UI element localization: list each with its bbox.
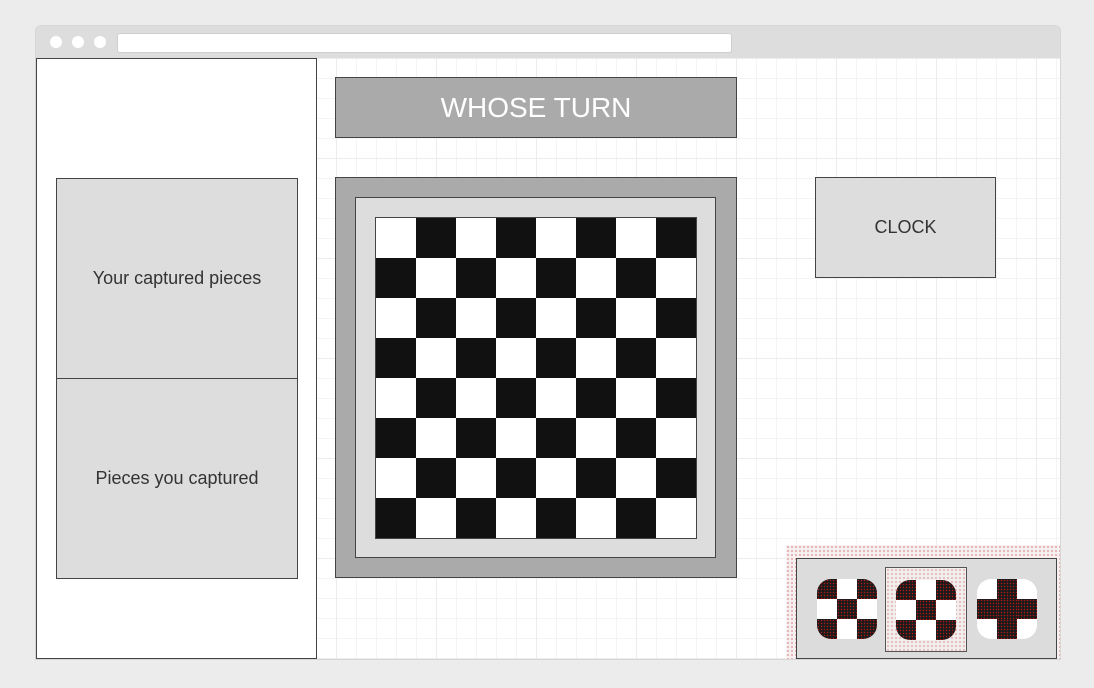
board-square-e6[interactable] [536, 298, 576, 338]
chessboard-border [355, 197, 716, 558]
theme-option-1[interactable] [807, 567, 887, 650]
board-square-f1[interactable] [576, 498, 616, 538]
board-square-e2[interactable] [536, 458, 576, 498]
board-square-f2[interactable] [576, 458, 616, 498]
board-square-h8[interactable] [656, 218, 696, 258]
board-square-d3[interactable] [496, 418, 536, 458]
board-square-c1[interactable] [456, 498, 496, 538]
board-square-g4[interactable] [616, 378, 656, 418]
board-square-d8[interactable] [496, 218, 536, 258]
pieces-you-captured-panel: Pieces you captured [56, 378, 298, 579]
board-square-a2[interactable] [376, 458, 416, 498]
board-square-g1[interactable] [616, 498, 656, 538]
theme-options-panel [796, 558, 1057, 659]
board-square-d1[interactable] [496, 498, 536, 538]
board-square-c4[interactable] [456, 378, 496, 418]
board-square-d2[interactable] [496, 458, 536, 498]
board-square-g5[interactable] [616, 338, 656, 378]
board-square-a1[interactable] [376, 498, 416, 538]
your-captured-pieces-label: Your captured pieces [92, 268, 262, 288]
board-square-f4[interactable] [576, 378, 616, 418]
board-square-c6[interactable] [456, 298, 496, 338]
board-square-f3[interactable] [576, 418, 616, 458]
board-square-a4[interactable] [376, 378, 416, 418]
board-square-a8[interactable] [376, 218, 416, 258]
board-square-f8[interactable] [576, 218, 616, 258]
clock-label: CLOCK [874, 217, 937, 237]
board-square-a5[interactable] [376, 338, 416, 378]
browser-window: Your captured pieces Pieces you captured… [35, 25, 1061, 660]
checkerboard-theme-icon [977, 578, 1037, 639]
board-square-h4[interactable] [656, 378, 696, 418]
board-square-b7[interactable] [416, 258, 456, 298]
board-square-d6[interactable] [496, 298, 536, 338]
whose-turn-label: WHOSE TURN [440, 91, 632, 123]
board-square-g7[interactable] [616, 258, 656, 298]
your-captured-pieces-panel: Your captured pieces [56, 178, 298, 379]
board-square-d5[interactable] [496, 338, 536, 378]
window-close-dot[interactable] [50, 36, 62, 48]
board-square-g3[interactable] [616, 418, 656, 458]
board-square-d7[interactable] [496, 258, 536, 298]
window-minimize-dot[interactable] [72, 36, 84, 48]
window-maximize-dot[interactable] [94, 36, 106, 48]
board-square-e3[interactable] [536, 418, 576, 458]
whose-turn-banner: WHOSE TURN [335, 77, 737, 138]
captured-pieces-sidebar: Your captured pieces Pieces you captured [36, 58, 317, 659]
board-square-g6[interactable] [616, 298, 656, 338]
board-square-a3[interactable] [376, 418, 416, 458]
board-square-b3[interactable] [416, 418, 456, 458]
board-square-a7[interactable] [376, 258, 416, 298]
board-square-a6[interactable] [376, 298, 416, 338]
board-square-e1[interactable] [536, 498, 576, 538]
theme-option-3[interactable] [967, 567, 1047, 650]
board-square-h5[interactable] [656, 338, 696, 378]
board-square-d4[interactable] [496, 378, 536, 418]
board-square-h1[interactable] [656, 498, 696, 538]
board-square-f6[interactable] [576, 298, 616, 338]
chessboard-frame [335, 177, 737, 578]
board-square-h7[interactable] [656, 258, 696, 298]
board-square-e8[interactable] [536, 218, 576, 258]
board-square-b5[interactable] [416, 338, 456, 378]
board-square-e4[interactable] [536, 378, 576, 418]
clock-panel: CLOCK [815, 177, 996, 278]
theme-option-2[interactable] [885, 567, 967, 652]
board-square-c7[interactable] [456, 258, 496, 298]
board-square-h6[interactable] [656, 298, 696, 338]
board-square-b8[interactable] [416, 218, 456, 258]
chessboard[interactable] [375, 217, 697, 539]
board-square-h3[interactable] [656, 418, 696, 458]
checkerboard-theme-icon [817, 578, 877, 639]
board-square-e5[interactable] [536, 338, 576, 378]
board-theme-selector [786, 545, 1060, 659]
checkerboard-theme-icon [896, 579, 956, 640]
board-square-g8[interactable] [616, 218, 656, 258]
board-square-g2[interactable] [616, 458, 656, 498]
address-bar[interactable] [117, 33, 732, 53]
board-square-b4[interactable] [416, 378, 456, 418]
board-square-e7[interactable] [536, 258, 576, 298]
browser-titlebar [36, 26, 1060, 58]
board-square-f5[interactable] [576, 338, 616, 378]
board-square-b2[interactable] [416, 458, 456, 498]
board-square-c8[interactable] [456, 218, 496, 258]
pieces-you-captured-label: Pieces you captured [95, 468, 259, 488]
board-square-c3[interactable] [456, 418, 496, 458]
board-square-c5[interactable] [456, 338, 496, 378]
board-square-b1[interactable] [416, 498, 456, 538]
board-square-b6[interactable] [416, 298, 456, 338]
page-content: Your captured pieces Pieces you captured… [36, 58, 1060, 659]
board-square-h2[interactable] [656, 458, 696, 498]
board-square-c2[interactable] [456, 458, 496, 498]
board-square-f7[interactable] [576, 258, 616, 298]
